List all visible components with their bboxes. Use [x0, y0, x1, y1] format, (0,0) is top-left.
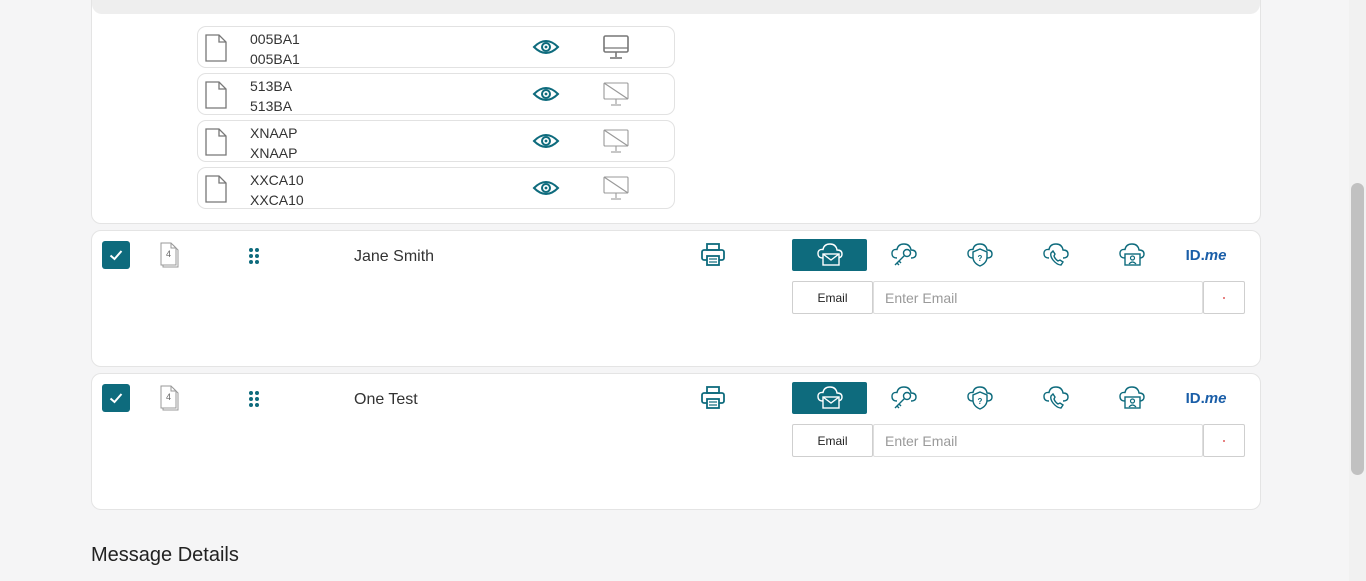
cloud-key-icon [889, 241, 919, 269]
eye-icon[interactable] [532, 84, 560, 104]
email-input[interactable] [873, 281, 1203, 314]
message-details-title: Message Details [91, 544, 239, 566]
recipient-name: Jane Smith [354, 248, 435, 265]
file-icon [205, 128, 227, 156]
document-name: 005BA1 [250, 31, 300, 47]
document-row: XXCA10 XXCA10 [197, 167, 675, 209]
method-tab-id-check[interactable] [1112, 239, 1152, 271]
document-count: 4 [166, 392, 172, 402]
file-icon [205, 81, 227, 109]
document-name: 513BA [250, 78, 293, 94]
cloud-envelope-icon [815, 241, 845, 269]
required-indicator [1203, 424, 1245, 457]
document-count: 4 [166, 249, 172, 259]
document-name: XXCA10 [250, 172, 304, 188]
idme-logo: ID.me [1185, 389, 1227, 407]
cloud-id-card-icon [1117, 384, 1147, 412]
scrollbar-thumb[interactable] [1351, 183, 1364, 475]
cloud-id-card-icon [1117, 241, 1147, 269]
recipient-card: 4 Jane Smith? ID.me Email [91, 230, 1261, 367]
svg-text:?: ? [978, 397, 983, 406]
method-tab-access-code[interactable] [884, 239, 924, 271]
method-tab-idme[interactable]: ID.me [1184, 239, 1228, 271]
printer-icon[interactable] [699, 241, 727, 269]
method-tab-email[interactable] [792, 239, 867, 271]
svg-text:?: ? [978, 254, 983, 263]
method-tab-phone[interactable] [1036, 382, 1076, 414]
method-tab-kba[interactable]: ? [960, 239, 1000, 271]
eye-icon[interactable] [532, 37, 560, 57]
method-tab-id-check[interactable] [1112, 382, 1152, 414]
required-dot [1223, 296, 1225, 299]
drag-handle-icon[interactable] [247, 247, 261, 265]
method-tab-phone[interactable] [1036, 239, 1076, 271]
eye-icon[interactable] [532, 178, 560, 198]
file-icon [205, 34, 227, 62]
document-id: XNAAP [250, 145, 298, 161]
method-tab-idme[interactable]: ID.me [1184, 382, 1228, 414]
recipient-checkbox[interactable] [102, 241, 130, 269]
document-id: XXCA10 [250, 192, 304, 208]
cloud-envelope-icon [815, 384, 845, 412]
recipient-checkbox[interactable] [102, 384, 130, 412]
document-name: XNAAP [250, 125, 298, 141]
monitor-icon[interactable] [602, 34, 630, 60]
cloud-phone-icon [1041, 241, 1071, 269]
document-count-icon[interactable]: 4 [159, 384, 181, 412]
method-tab-kba[interactable]: ? [960, 382, 1000, 414]
idme-logo: ID.me [1185, 246, 1227, 264]
eye-icon[interactable] [532, 131, 560, 151]
document-row: 005BA1 005BA1 [197, 26, 675, 68]
email-input[interactable] [873, 424, 1203, 457]
document-text: 513BA 513BA [250, 76, 292, 116]
recipient-name: One Test [354, 391, 418, 408]
required-indicator [1203, 281, 1245, 314]
document-row: XNAAP XNAAP [197, 120, 675, 162]
document-id: 005BA1 [250, 51, 300, 67]
document-text: 005BA1 005BA1 [250, 29, 300, 69]
document-id: 513BA [250, 98, 293, 114]
printer-icon[interactable] [699, 384, 727, 412]
drag-handle-icon[interactable] [247, 390, 261, 408]
file-icon [205, 175, 227, 203]
shield-question-icon: ? [965, 241, 995, 269]
required-dot [1223, 439, 1225, 442]
document-text: XNAAP XNAAP [250, 123, 297, 163]
monitor-disabled-icon[interactable] [602, 175, 630, 201]
method-tab-access-code[interactable] [884, 382, 924, 414]
email-type-button[interactable]: Email [792, 281, 873, 314]
email-type-button[interactable]: Email [792, 424, 873, 457]
document-text: XXCA10 XXCA10 [250, 170, 304, 210]
document-row: 513BA 513BA [197, 73, 675, 115]
method-tab-email[interactable] [792, 382, 867, 414]
monitor-disabled-icon[interactable] [602, 128, 630, 154]
cloud-key-icon [889, 384, 919, 412]
documents-card-header [92, 0, 1260, 14]
recipient-card: 4 One Test? ID.me Email [91, 373, 1261, 510]
document-count-icon[interactable]: 4 [159, 241, 181, 269]
shield-question-icon: ? [965, 384, 995, 412]
monitor-disabled-icon[interactable] [602, 81, 630, 107]
cloud-phone-icon [1041, 384, 1071, 412]
